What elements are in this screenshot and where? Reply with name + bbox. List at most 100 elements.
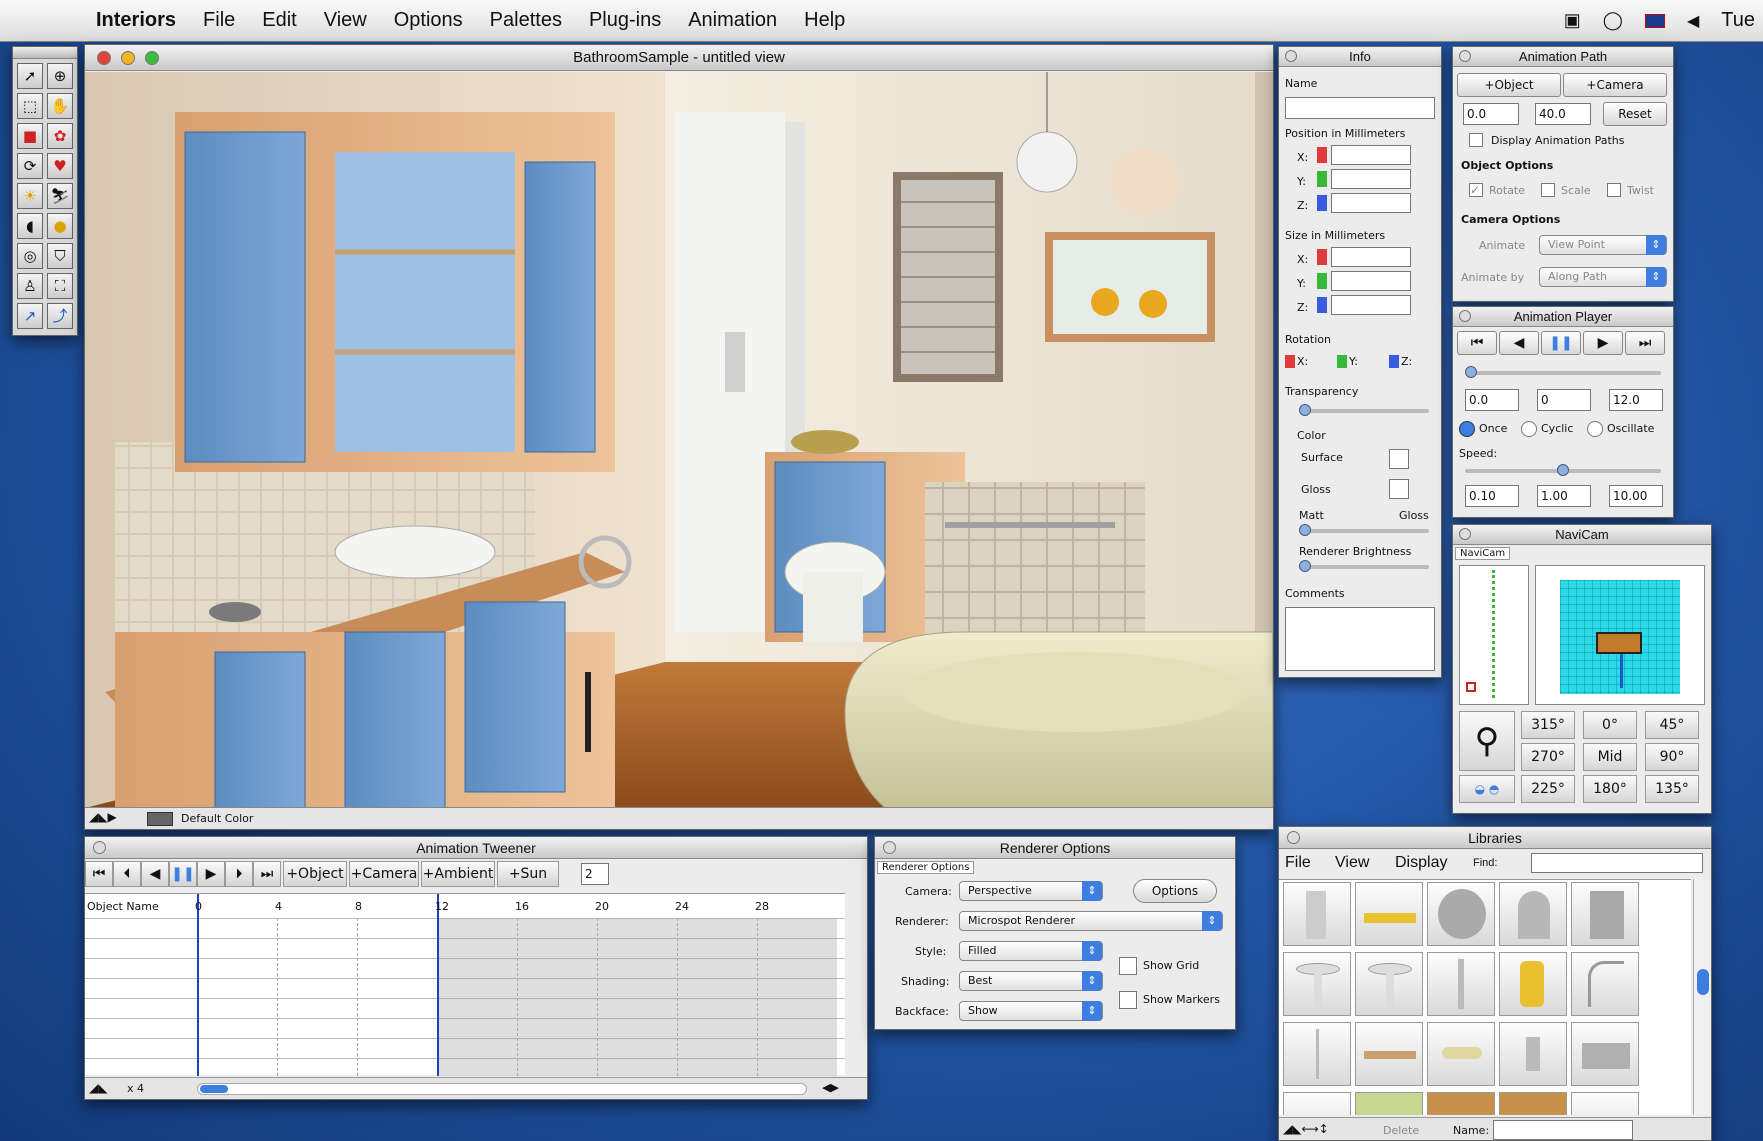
tween-zoom-icons[interactable]: ◢◣: [89, 1081, 107, 1095]
player-current-field[interactable]: 0: [1537, 389, 1591, 411]
tween-start-marker[interactable]: [197, 894, 199, 1076]
chat-icon[interactable]: ◯: [1603, 10, 1623, 31]
tween-grid[interactable]: [85, 894, 845, 1076]
walk-tool-icon[interactable]: ⛷: [47, 183, 73, 209]
angle-135-button[interactable]: 135°: [1645, 775, 1699, 803]
library-item-stone-icon[interactable]: [1571, 1092, 1639, 1115]
zoom-button[interactable]: [145, 51, 159, 65]
tween-pause-button[interactable]: ❚❚: [169, 861, 197, 887]
rotate-tool-icon[interactable]: ⊕: [47, 63, 73, 89]
library-item-shower-icon[interactable]: [1427, 952, 1495, 1016]
speed-max-field[interactable]: 10.00: [1609, 485, 1663, 507]
speed-knob[interactable]: [1557, 464, 1569, 476]
show-grid-checkbox[interactable]: [1119, 957, 1137, 975]
once-radio[interactable]: [1459, 421, 1475, 437]
lib-menu-display[interactable]: Display: [1395, 854, 1447, 872]
tween-add-camera-button[interactable]: +Camera: [349, 861, 419, 887]
size-y-field[interactable]: [1331, 271, 1411, 291]
lib-tool-icons[interactable]: ◢◣⟷↕: [1283, 1122, 1329, 1136]
oscillate-radio[interactable]: [1587, 421, 1603, 437]
navicam-tab[interactable]: NaviCam: [1455, 547, 1511, 560]
surface-swatch[interactable]: [1389, 449, 1409, 469]
speed-value-field[interactable]: 1.00: [1537, 485, 1591, 507]
pin-tool-icon[interactable]: ♥: [47, 153, 73, 179]
rot-y-label[interactable]: Y:: [1337, 355, 1358, 368]
renderer-options-button[interactable]: Options: [1133, 879, 1217, 903]
angle-mid-button[interactable]: Mid: [1583, 743, 1637, 771]
transparency-slider[interactable]: [1299, 404, 1429, 416]
library-item-wood2-icon[interactable]: [1499, 1092, 1567, 1115]
menu-plugins[interactable]: Plug-ins: [589, 9, 661, 32]
angle-45-button[interactable]: 45°: [1645, 711, 1699, 739]
angle-315-button[interactable]: 315°: [1521, 711, 1575, 739]
volume-icon[interactable]: ◀: [1687, 11, 1699, 31]
rot-x-label[interactable]: X:: [1285, 355, 1308, 368]
lib-menu-view[interactable]: View: [1335, 854, 1369, 872]
bulb-tool-icon[interactable]: ●: [47, 213, 73, 239]
bathroom-render[interactable]: [85, 72, 1273, 808]
libraries-titlebar[interactable]: Libraries: [1279, 827, 1711, 849]
library-item-green-icon[interactable]: [1355, 1092, 1423, 1115]
tween-back-button[interactable]: ◀: [141, 861, 169, 887]
gloss-slider[interactable]: [1299, 524, 1429, 536]
size-x-field[interactable]: [1331, 247, 1411, 267]
menu-view[interactable]: View: [324, 9, 367, 32]
navicam-height-view[interactable]: [1459, 565, 1529, 705]
angle-0-button[interactable]: 0°: [1583, 711, 1637, 739]
player-end-field[interactable]: 12.0: [1609, 389, 1663, 411]
navicam-close-button[interactable]: [1459, 528, 1471, 540]
library-item-column-icon[interactable]: [1283, 882, 1351, 946]
pos-x-field[interactable]: [1331, 145, 1411, 165]
size-z-field[interactable]: [1331, 295, 1411, 315]
cyclic-radio[interactable]: [1521, 421, 1537, 437]
library-item-lamp-icon[interactable]: [1571, 952, 1639, 1016]
lib-name-field[interactable]: [1493, 1120, 1633, 1140]
library-item-arch-icon[interactable]: [1499, 882, 1567, 946]
speaker-tool-icon[interactable]: ◖: [17, 213, 43, 239]
tween-current-frame-line[interactable]: [437, 894, 439, 1076]
library-item-shelf-icon[interactable]: [1355, 882, 1423, 946]
name-field[interactable]: [1285, 97, 1435, 119]
tween-prev-key-button[interactable]: ⏴: [113, 861, 141, 887]
tween-add-ambient-button[interactable]: +Ambient: [421, 861, 495, 887]
renderer-select[interactable]: Microspot Renderer: [959, 911, 1223, 931]
find-field[interactable]: [1531, 853, 1703, 873]
tween-play-button[interactable]: ▶: [197, 861, 225, 887]
player-start-field[interactable]: 0.0: [1465, 389, 1519, 411]
navicam-titlebar[interactable]: NaviCam: [1453, 525, 1711, 545]
pos-y-field[interactable]: [1331, 169, 1411, 189]
graph-tool-icon[interactable]: ⤴: [47, 303, 73, 329]
library-item-mixer-icon[interactable]: [1499, 1022, 1567, 1086]
renderer-close-button[interactable]: [883, 841, 896, 854]
library-item-plank-icon[interactable]: [1355, 1022, 1423, 1086]
box-tool-icon[interactable]: ■: [17, 123, 43, 149]
library-item-tap-icon[interactable]: [1499, 952, 1567, 1016]
animation-player-titlebar[interactable]: Animation Player: [1453, 307, 1673, 327]
camera-select[interactable]: Perspective: [959, 881, 1103, 901]
tween-add-sun-button[interactable]: +Sun: [497, 861, 559, 887]
marquee-tool-icon[interactable]: ⬚: [17, 93, 43, 119]
nav-left-icon[interactable]: ◢◣▶: [89, 810, 117, 824]
speed-slider[interactable]: [1465, 464, 1661, 476]
hand-tool-icon[interactable]: ✋: [47, 93, 73, 119]
info-close-button[interactable]: [1285, 50, 1297, 62]
navicam-small-buttons[interactable]: ◒ ◓: [1459, 775, 1515, 803]
menu-edit[interactable]: Edit: [262, 9, 296, 32]
rotate-checkbox[interactable]: ✓: [1469, 183, 1483, 197]
angle-90-button[interactable]: 90°: [1645, 743, 1699, 771]
tween-next-key-button[interactable]: ⏵: [225, 861, 253, 887]
tweener-close-button[interactable]: [93, 841, 106, 854]
path-tool-icon[interactable]: ↗: [17, 303, 43, 329]
library-item-sphere-icon[interactable]: [1427, 882, 1495, 946]
scale-checkbox[interactable]: [1541, 183, 1555, 197]
path-end-field[interactable]: 40.0: [1535, 103, 1591, 125]
shading-select[interactable]: Best: [959, 971, 1103, 991]
library-item-handle-icon[interactable]: [1427, 1022, 1495, 1086]
comments-field[interactable]: [1285, 607, 1435, 671]
apple-menu-icon[interactable]: [34, 6, 70, 36]
player-pause-button[interactable]: ❚❚: [1541, 331, 1581, 355]
shield-tool-icon[interactable]: ⛉: [47, 243, 73, 269]
tween-add-object-button[interactable]: +Object: [283, 861, 347, 887]
close-button[interactable]: [97, 51, 111, 65]
path-object-button[interactable]: +Object: [1457, 73, 1561, 97]
